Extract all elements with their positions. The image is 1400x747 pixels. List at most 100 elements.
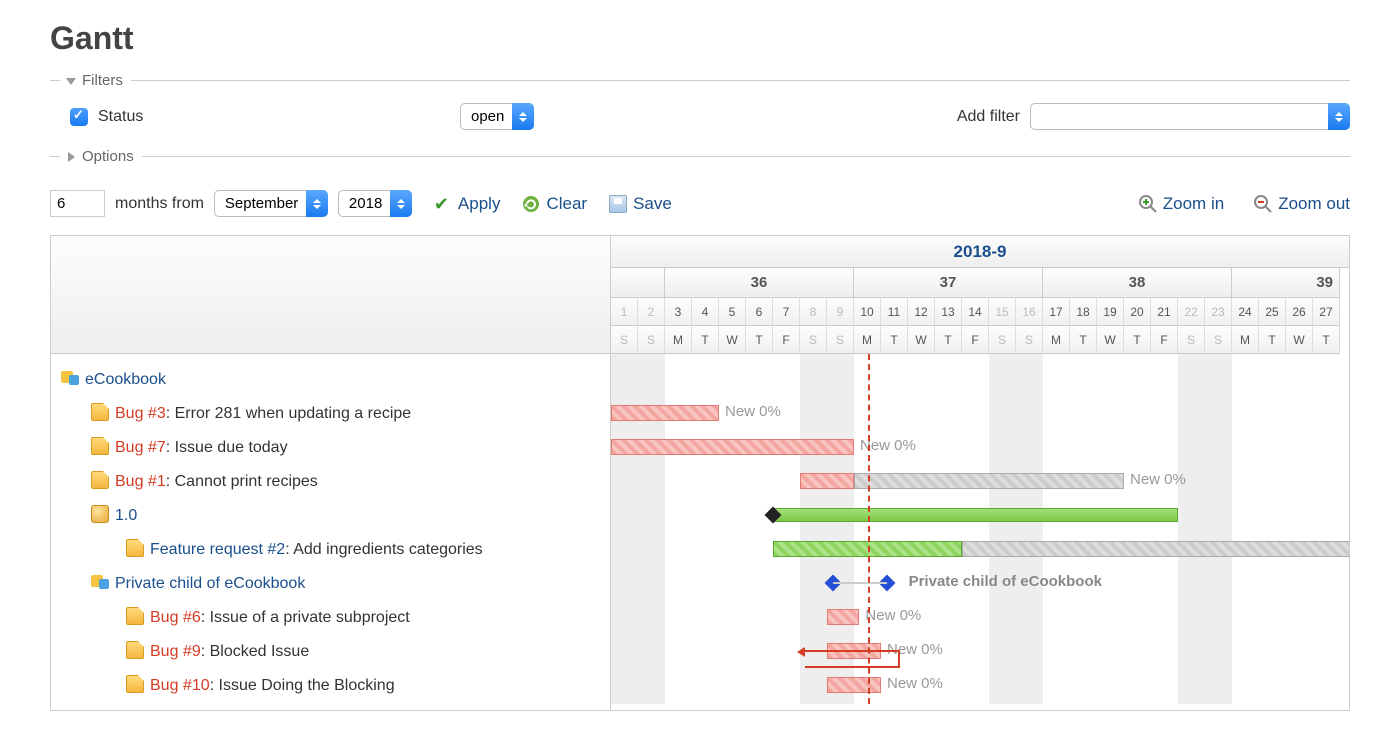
gantt-bar-late [854,473,1124,489]
gantt-bar-label: Private child of eCookbook [909,573,1102,590]
months-from-label: months from [115,195,204,213]
gantt-timeline[interactable]: 2018-9 36373839 123456789101112131415161… [611,236,1349,710]
gantt-bar-row: Private child of eCookbook [611,566,1349,600]
apply-label: Apply [458,194,501,214]
gantt-bar[interactable] [611,439,854,455]
gantt-bar-row [611,532,1349,566]
year-select[interactable]: 2018 [338,190,412,217]
calendar-day-dow: F [773,326,800,354]
calendar-day-number: 2 [638,298,665,326]
filters-section-header[interactable]: Filters [50,72,1350,89]
gantt-subject-row[interactable]: Bug #1: Cannot print recipes [51,464,610,498]
gantt-subject-row[interactable]: Bug #7: Issue due today [51,430,610,464]
month-select[interactable]: September [214,190,328,217]
gantt-subject-row[interactable]: eCookbook [51,362,610,396]
calendar-week-header: 39 [1232,268,1340,298]
gantt-bar[interactable] [611,405,719,421]
gantt-bar[interactable] [827,677,881,693]
calendar-day-dow: T [1070,326,1097,354]
gantt-subject-row[interactable]: Bug #10: Issue Doing the Blocking [51,668,610,702]
chevron-right-icon [66,152,76,162]
calendar-day-dow: F [1151,326,1178,354]
gantt-subject-row[interactable]: Bug #6: Issue of a private subproject [51,600,610,634]
calendar-day-number: 19 [1097,298,1124,326]
issue-icon [91,437,109,455]
calendar-day-number: 6 [746,298,773,326]
save-button[interactable]: Save [609,194,672,214]
calendar-day-dow: T [746,326,773,354]
save-icon [609,195,627,213]
gantt-subject-row[interactable]: Feature request #2: Add ingredients cate… [51,532,610,566]
options-section-header[interactable]: Options [50,148,1350,165]
status-filter-checkbox[interactable] [70,108,88,126]
calendar-day-dow: W [1097,326,1124,354]
calendar-week-header [611,268,665,298]
gantt-bar-label: New 0% [887,675,943,692]
calendar-day-number: 11 [881,298,908,326]
calendar-day-dow: S [638,326,665,354]
calendar-day-number: 17 [1043,298,1070,326]
gantt-subject-row[interactable]: Bug #3: Error 281 when updating a recipe [51,396,610,430]
calendar-day-number: 24 [1232,298,1259,326]
calendar-day-dow: S [1205,326,1232,354]
calendar-day-dow: S [611,326,638,354]
add-filter-select[interactable] [1030,103,1350,130]
calendar-day-number: 21 [1151,298,1178,326]
calendar-day-number: 23 [1205,298,1232,326]
gantt-bar[interactable] [800,473,854,489]
calendar-day-number: 27 [1313,298,1340,326]
clear-button[interactable]: Clear [522,194,587,214]
months-input[interactable] [50,190,105,217]
gantt-subject-row[interactable]: 1.0 [51,498,610,532]
calendar-day-dow: T [1313,326,1340,354]
calendar-week-header: 36 [665,268,854,298]
gantt-bar-row: New 0% [611,600,1349,634]
apply-button[interactable]: ✔ Apply [434,194,501,214]
status-filter-label: Status [98,108,143,126]
gantt-bar-late [962,541,1349,557]
calendar-day-number: 8 [800,298,827,326]
calendar-day-number: 16 [1016,298,1043,326]
calendar-day-number: 5 [719,298,746,326]
calendar-day-dow: S [1016,326,1043,354]
calendar-day-dow: S [989,326,1016,354]
clear-icon [522,195,540,213]
clear-label: Clear [546,194,587,214]
calendar-day-number: 15 [989,298,1016,326]
gantt-bar-row: New 0% [611,634,1349,668]
calendar-day-dow: T [1124,326,1151,354]
calendar-day-number: 25 [1259,298,1286,326]
calendar-day-number: 12 [908,298,935,326]
issue-icon [126,539,144,557]
gantt-chart: eCookbookBug #3: Error 281 when updating… [50,235,1350,711]
zoom-in-label: Zoom in [1163,194,1224,214]
calendar-day-dow: W [1286,326,1313,354]
issue-icon [126,675,144,693]
gantt-subject-row[interactable]: Bug #9: Blocked Issue [51,634,610,668]
calendar-day-number: 1 [611,298,638,326]
calendar-day-number: 4 [692,298,719,326]
calendar-day-dow: S [800,326,827,354]
gantt-bar[interactable] [773,508,1178,522]
calendar-day-dow: F [962,326,989,354]
status-filter-select[interactable]: open [460,103,534,130]
zoom-in-icon [1139,195,1157,213]
issue-icon [91,403,109,421]
version-icon [91,505,109,523]
calendar-day-dow: M [1232,326,1259,354]
gantt-subject-row[interactable]: Private child of eCookbook [51,566,610,600]
zoom-out-button[interactable]: Zoom out [1254,194,1350,214]
add-filter-label: Add filter [957,108,1020,126]
zoom-out-icon [1254,195,1272,213]
gantt-bar[interactable] [827,609,859,625]
gantt-bar-row [611,362,1349,396]
calendar-day-number: 20 [1124,298,1151,326]
calendar-day-number: 22 [1178,298,1205,326]
zoom-in-button[interactable]: Zoom in [1139,194,1224,214]
page-title: Gantt [50,20,1350,57]
calendar-day-number: 3 [665,298,692,326]
calendar-day-number: 7 [773,298,800,326]
calendar-month-label: 2018-9 [611,236,1349,268]
calendar-day-dow: T [1259,326,1286,354]
gantt-subjects-column: eCookbookBug #3: Error 281 when updating… [51,236,611,710]
